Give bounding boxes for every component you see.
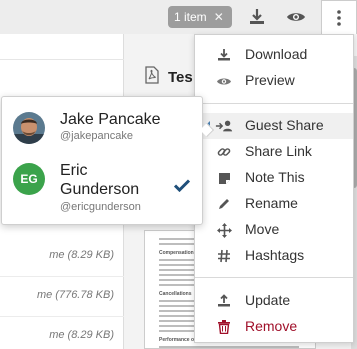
download-icon[interactable]: [246, 6, 268, 28]
menu-item-label: Hashtags: [245, 247, 305, 263]
file-row[interactable]: me (8.29 KB): [0, 317, 124, 349]
link-icon: [215, 143, 233, 161]
file-list-header: [0, 34, 124, 60]
file-meta: me (8.29 KB): [49, 249, 114, 261]
menu-item-move[interactable]: Move: [195, 217, 353, 243]
menu-item-update[interactable]: Update: [195, 288, 353, 314]
eye-icon[interactable]: [285, 6, 307, 28]
menu-item-label: Move: [245, 221, 280, 237]
file-meta: me (8.29 KB): [49, 329, 114, 341]
vertical-ellipsis-icon[interactable]: [321, 0, 357, 34]
hashtag-icon: [215, 247, 233, 265]
selection-count: 1 item: [174, 10, 207, 24]
menu-item-hashtags[interactable]: Hashtags: [195, 243, 353, 269]
avatar: [13, 112, 45, 144]
share-person-option[interactable]: Jake Pancake @jakepancake: [2, 97, 202, 157]
move-icon: [215, 221, 233, 239]
menu-item-rename[interactable]: Rename: [195, 191, 353, 217]
menu-item-preview[interactable]: Preview: [195, 68, 353, 94]
note-icon: [215, 169, 233, 187]
menu-item-share-link[interactable]: Share Link: [195, 139, 353, 165]
menu-item-remove[interactable]: Remove: [195, 314, 353, 340]
checkmark-icon: [173, 179, 191, 197]
menu-item-note-this[interactable]: Note This: [195, 165, 353, 191]
upload-icon: [215, 292, 233, 310]
guest-share-popover: Jake Pancake @jakepancake EG Eric Gunder…: [1, 96, 215, 225]
menu-item-guest-share[interactable]: Guest Share: [195, 113, 353, 139]
download-icon: [215, 46, 233, 64]
avatar-initials: EG: [20, 172, 38, 186]
file-meta: me (776.78 KB): [36, 289, 114, 301]
menu-item-download[interactable]: Download: [195, 42, 353, 68]
share-person-option[interactable]: EG Eric Gunderson @ericgunderson: [2, 157, 202, 225]
eye-icon: [215, 72, 233, 90]
menu-item-label: Rename: [245, 195, 298, 211]
menu-item-label: Note This: [245, 169, 305, 185]
menu-divider: [195, 103, 353, 104]
guest-share-icon: [215, 117, 233, 135]
file-row[interactable]: me (776.78 KB): [0, 277, 124, 317]
avatar: EG: [13, 163, 45, 195]
file-row[interactable]: me (8.29 KB): [0, 237, 124, 277]
person-handle: @ericgunderson: [60, 201, 141, 213]
trash-icon: [215, 318, 233, 336]
top-toolbar: 1 item ✕: [0, 0, 357, 34]
menu-item-label: Guest Share: [245, 117, 324, 133]
file-actions-menu: Download Preview Guest Share Share Link …: [194, 34, 354, 343]
preview-title: Tes: [168, 68, 193, 86]
menu-item-label: Preview: [245, 72, 295, 88]
person-name-last: Gunderson: [60, 181, 140, 198]
menu-item-label: Update: [245, 292, 291, 308]
pdf-icon: [144, 65, 160, 89]
person-handle: @jakepancake: [60, 130, 133, 142]
selection-badge[interactable]: 1 item ✕: [168, 6, 232, 28]
person-name-first: Eric: [60, 162, 88, 179]
menu-item-label: Download: [245, 46, 308, 62]
pencil-icon: [215, 195, 233, 213]
x-icon[interactable]: ✕: [214, 10, 224, 24]
menu-item-label: Remove: [245, 318, 298, 334]
person-name: Jake Pancake: [60, 111, 161, 128]
menu-item-label: Share Link: [245, 143, 312, 159]
menu-divider: [195, 277, 353, 278]
